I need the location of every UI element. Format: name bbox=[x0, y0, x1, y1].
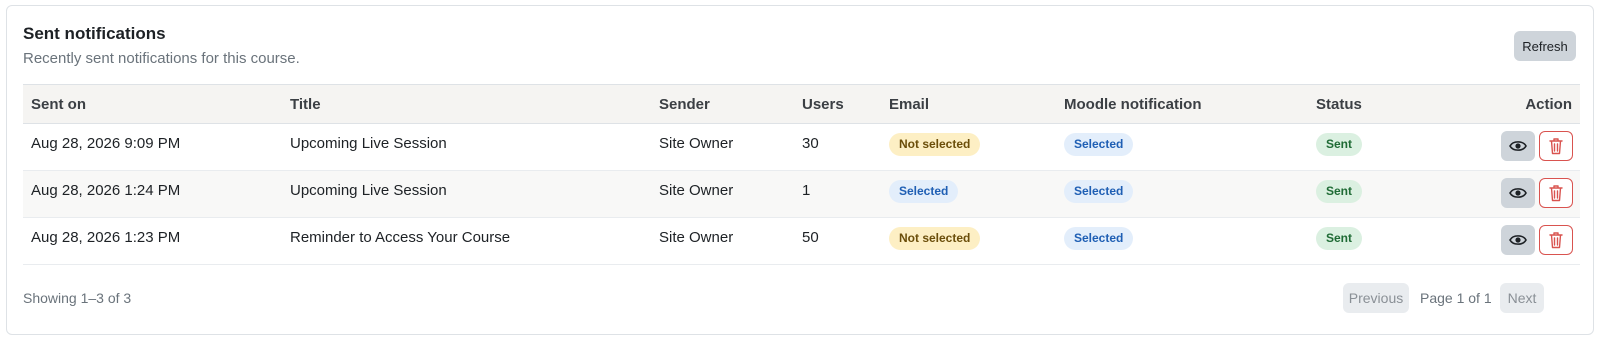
cell-users: 30 bbox=[802, 135, 819, 152]
card-subtitle: Recently sent notifications for this cou… bbox=[23, 50, 300, 67]
eye-icon bbox=[1509, 235, 1527, 245]
notifications-table: Sent on Title Sender Users Email Moodle … bbox=[23, 84, 1580, 265]
header-users: Users bbox=[802, 96, 844, 113]
moodle-status-badge: Selected bbox=[1064, 133, 1134, 156]
trash-icon bbox=[1549, 138, 1563, 155]
cell-users: 50 bbox=[802, 229, 819, 246]
delete-button[interactable] bbox=[1539, 178, 1573, 208]
cell-title: Reminder to Access Your Course bbox=[290, 229, 511, 246]
cell-title: Upcoming Live Session bbox=[290, 182, 447, 199]
cell-users: 1 bbox=[802, 182, 811, 199]
refresh-button[interactable]: Refresh bbox=[1514, 31, 1576, 61]
header-action: Action bbox=[1525, 96, 1572, 113]
email-status-badge: Selected bbox=[889, 180, 959, 203]
moodle-status-badge: Selected bbox=[1064, 180, 1134, 203]
cell-sender: Site Owner bbox=[659, 135, 734, 152]
cell-sender: Site Owner bbox=[659, 229, 734, 246]
cell-sent-on: Aug 28, 2026 1:24 PM bbox=[31, 182, 181, 199]
header-email: Email bbox=[889, 96, 930, 113]
eye-icon bbox=[1509, 188, 1527, 198]
trash-icon bbox=[1549, 232, 1563, 249]
delete-button[interactable] bbox=[1539, 225, 1573, 255]
header-title: Title bbox=[290, 96, 321, 113]
table-row: Aug 28, 2026 9:09 PM Upcoming Live Sessi… bbox=[23, 124, 1580, 171]
header-sent-on: Sent on bbox=[31, 96, 86, 113]
table-row: Aug 28, 2026 1:23 PM Reminder to Access … bbox=[23, 218, 1580, 265]
cell-title: Upcoming Live Session bbox=[290, 135, 447, 152]
eye-icon bbox=[1509, 141, 1527, 151]
header-sender: Sender bbox=[659, 96, 710, 113]
cell-sent-on: Aug 28, 2026 9:09 PM bbox=[31, 135, 181, 152]
view-button[interactable] bbox=[1501, 178, 1535, 208]
sent-status-badge: Sent bbox=[1316, 133, 1363, 156]
view-button[interactable] bbox=[1501, 131, 1535, 161]
sent-notifications-card: Sent notifications Recently sent notific… bbox=[6, 5, 1594, 335]
page-indicator: Page 1 of 1 bbox=[1420, 290, 1492, 306]
cell-sender: Site Owner bbox=[659, 182, 734, 199]
header-moodle-notification: Moodle notification bbox=[1064, 96, 1202, 113]
email-status-badge: Not selected bbox=[889, 133, 981, 156]
delete-button[interactable] bbox=[1539, 131, 1573, 161]
moodle-status-badge: Selected bbox=[1064, 227, 1134, 250]
view-button[interactable] bbox=[1501, 225, 1535, 255]
cell-sent-on: Aug 28, 2026 1:23 PM bbox=[31, 229, 181, 246]
email-status-badge: Not selected bbox=[889, 227, 981, 250]
pagination-summary: Showing 1–3 of 3 bbox=[23, 290, 132, 306]
trash-icon bbox=[1549, 185, 1563, 202]
sent-status-badge: Sent bbox=[1316, 227, 1363, 250]
card-title: Sent notifications bbox=[23, 24, 166, 43]
table-header: Sent on Title Sender Users Email Moodle … bbox=[23, 84, 1580, 124]
previous-page-button[interactable]: Previous bbox=[1343, 283, 1409, 313]
table-row: Aug 28, 2026 1:24 PM Upcoming Live Sessi… bbox=[23, 171, 1580, 218]
next-page-button[interactable]: Next bbox=[1500, 283, 1544, 313]
header-status: Status bbox=[1316, 96, 1362, 113]
sent-status-badge: Sent bbox=[1316, 180, 1363, 203]
